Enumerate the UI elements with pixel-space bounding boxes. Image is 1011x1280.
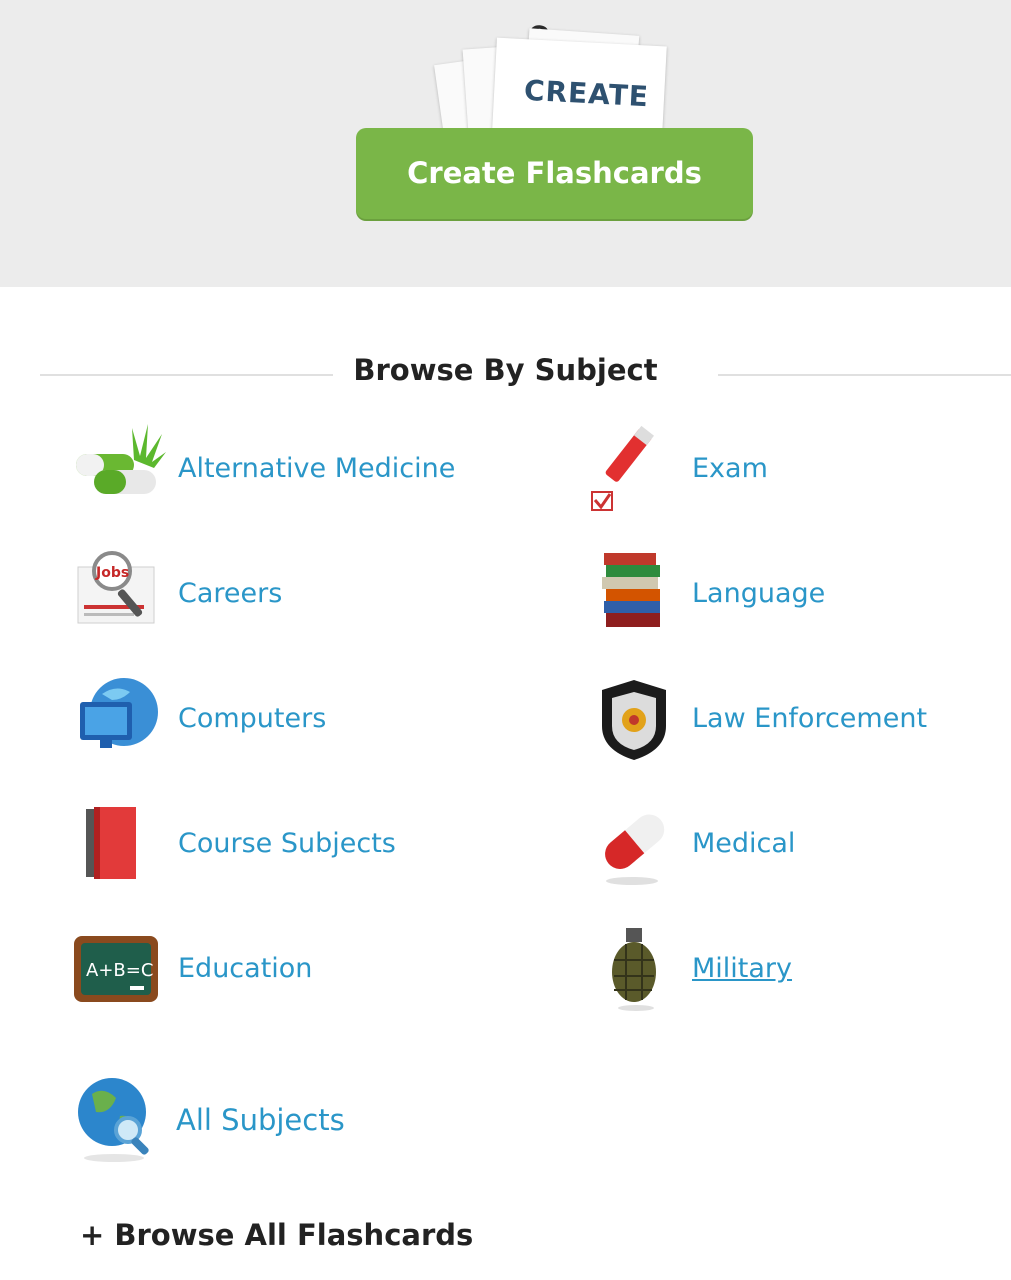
capsule-icon	[586, 795, 682, 891]
chalkboard-icon: A+B=C	[72, 920, 168, 1016]
globe-magnifier-icon	[70, 1072, 166, 1168]
subject-computers[interactable]: Computers	[72, 670, 326, 766]
subject-label: Exam	[692, 452, 768, 484]
create-banner: Or CREATE Create Flashcards	[0, 0, 1011, 287]
subject-label: Military	[692, 952, 793, 984]
subject-label: Medical	[692, 827, 796, 859]
card-create-label: CREATE	[523, 73, 650, 114]
subject-course-subjects[interactable]: Course Subjects	[72, 795, 396, 891]
browse-all-flashcards-link[interactable]: + Browse All Flashcards	[80, 1218, 473, 1252]
subject-label: All Subjects	[176, 1103, 345, 1137]
browse-by-subject-heading: Browse By Subject	[0, 350, 1011, 390]
books-icon	[72, 795, 168, 891]
subject-military[interactable]: Military	[586, 920, 792, 1016]
pencil-checkbox-icon	[586, 420, 682, 516]
create-flashcards-button[interactable]: Create Flashcards	[356, 128, 753, 219]
pills-plant-icon	[72, 420, 168, 516]
subject-education[interactable]: A+B=C Education	[72, 920, 312, 1016]
subject-label: Careers	[178, 577, 283, 609]
grenade-icon	[586, 920, 682, 1016]
svg-text:A+B=C: A+B=C	[86, 960, 153, 981]
subject-exam[interactable]: Exam	[586, 420, 768, 516]
subject-all-subjects[interactable]: All Subjects	[70, 1072, 345, 1168]
subject-law-enforcement[interactable]: Law Enforcement	[586, 670, 927, 766]
jobs-magnifier-icon: Jobs	[72, 545, 168, 641]
subject-label: Course Subjects	[178, 827, 396, 859]
globe-computer-icon	[72, 670, 168, 766]
subject-medical[interactable]: Medical	[586, 795, 795, 891]
subject-label: Education	[178, 952, 313, 984]
subject-label: Alternative Medicine	[178, 452, 456, 484]
subject-careers[interactable]: Jobs Careers	[72, 545, 282, 641]
subject-label: Language	[692, 577, 826, 609]
subject-label: Law Enforcement	[692, 702, 928, 734]
police-badge-icon	[586, 670, 682, 766]
subject-label: Computers	[178, 702, 327, 734]
subject-language[interactable]: Language	[586, 545, 825, 641]
svg-text:Jobs: Jobs	[95, 565, 129, 581]
flashcards-illustration: Or CREATE	[434, 21, 676, 157]
book-stack-icon	[586, 545, 682, 641]
subject-alternative-medicine[interactable]: Alternative Medicine	[72, 420, 455, 516]
